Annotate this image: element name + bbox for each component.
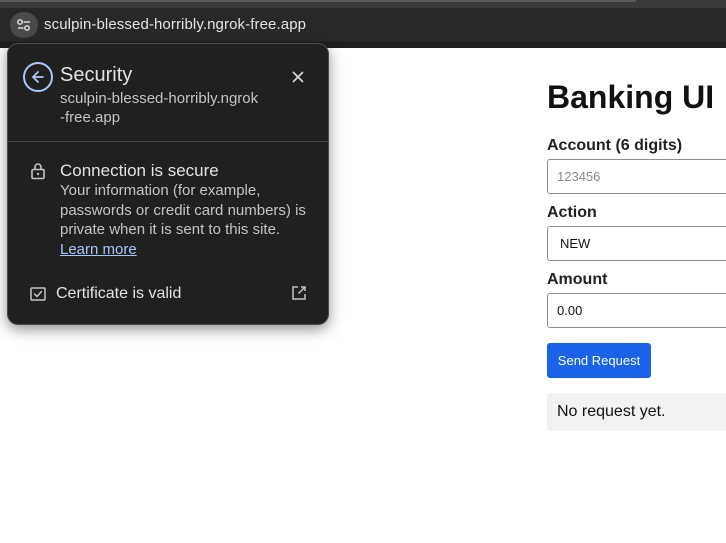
browser-toolbar: sculpin-blessed-horribly.ngrok-free.app (0, 0, 726, 48)
action-label: Action (547, 204, 597, 221)
close-button[interactable] (289, 68, 307, 86)
close-icon (292, 71, 304, 83)
popup-host: sculpin-blessed-horribly.ngrok-free.app (60, 90, 259, 126)
certificate-icon (30, 287, 46, 301)
back-button[interactable] (23, 62, 53, 92)
site-info-button[interactable] (10, 12, 38, 38)
connection-description: Your information (for example, passwords… (60, 181, 312, 259)
url-text[interactable]: sculpin-blessed-horribly.ngrok-free.app (44, 16, 306, 33)
security-popup: Security sculpin-blessed-horribly.ngrok-… (7, 43, 329, 325)
amount-label: Amount (547, 271, 608, 288)
connection-title: Connection is secure (60, 161, 219, 180)
send-request-button[interactable]: Send Request (547, 343, 651, 378)
connection-desc-text: Your information (for example, passwords… (60, 182, 306, 238)
account-input[interactable]: 123456 (547, 159, 726, 194)
external-link-icon[interactable] (291, 285, 307, 301)
certificate-valid-item[interactable]: Certificate is valid (56, 285, 181, 303)
page-title: Banking UI (547, 79, 715, 115)
active-tab-edge (0, 0, 636, 2)
account-label: Account (6 digits) (547, 137, 683, 154)
popup-title: Security (60, 64, 133, 86)
lock-icon (31, 163, 45, 180)
result-output: No request yet. (547, 393, 726, 431)
back-arrow-icon (32, 71, 44, 83)
amount-input[interactable]: 0.00 (547, 293, 726, 328)
learn-more-link[interactable]: Learn more (60, 241, 137, 258)
popup-divider (8, 141, 328, 142)
address-bar[interactable]: sculpin-blessed-horribly.ngrok-free.app (0, 8, 726, 42)
tune-icon (17, 19, 30, 31)
tab-strip (0, 0, 726, 8)
action-select[interactable]: NEW (547, 226, 726, 261)
